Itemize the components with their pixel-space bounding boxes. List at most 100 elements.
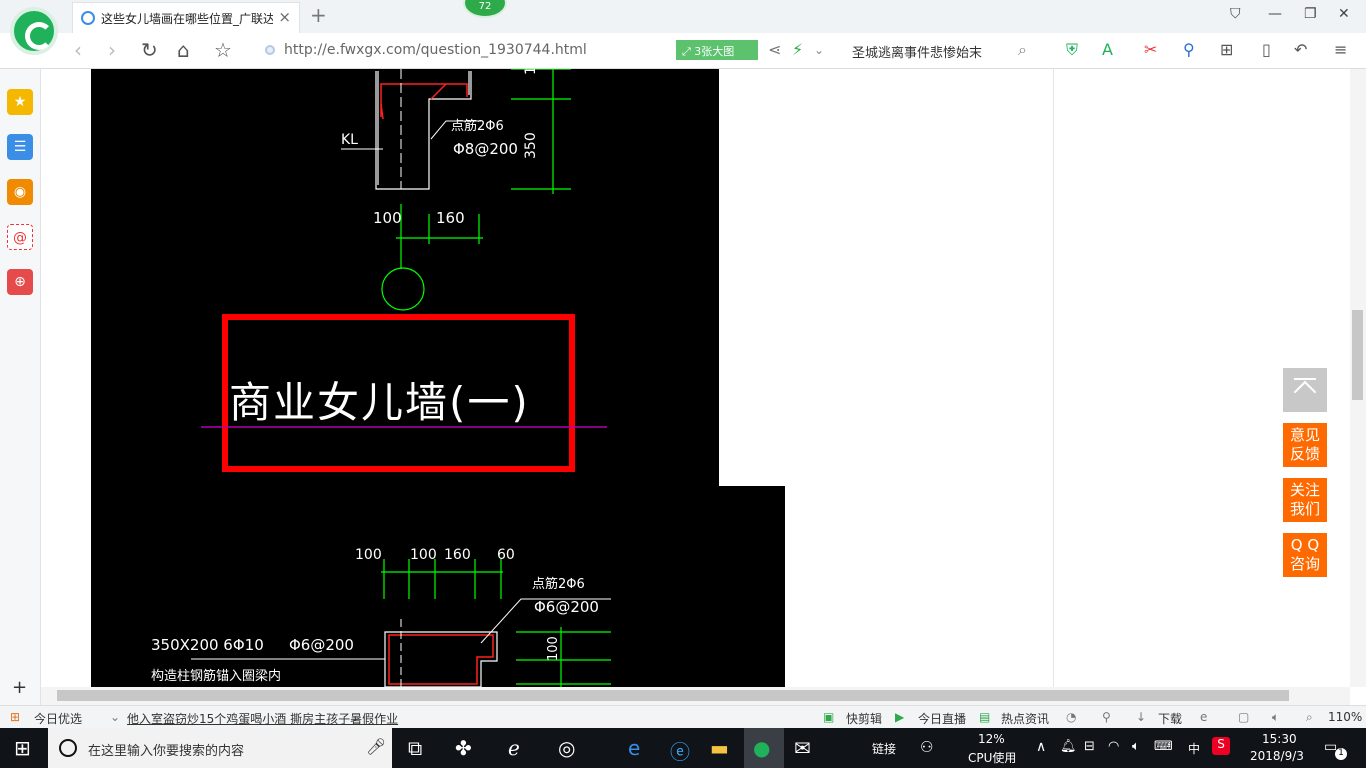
forward-icon[interactable]: › xyxy=(108,38,116,62)
lightning-icon[interactable]: ⚡ xyxy=(792,40,803,59)
reading-list-icon[interactable]: ☰ xyxy=(7,134,33,160)
back-icon[interactable]: ‹ xyxy=(74,38,82,62)
maximize-icon[interactable]: ❐ xyxy=(1304,6,1317,22)
home-icon[interactable]: ⌂ xyxy=(177,38,190,62)
live-icon: ▶ xyxy=(895,710,905,724)
tab-close-icon[interactable]: × xyxy=(278,8,291,26)
label-dim-100: 100 xyxy=(373,209,402,227)
sogou-icon[interactable]: S xyxy=(1212,737,1230,755)
weibo-icon[interactable]: ◉ xyxy=(7,179,33,205)
column-outline xyxy=(384,631,498,687)
pin-icon[interactable]: ⚲ xyxy=(1102,710,1111,724)
clock-time[interactable]: 15:30 xyxy=(1262,732,1297,746)
label-dim-350-right: 350 xyxy=(523,132,539,159)
label-kl: KL xyxy=(341,132,358,148)
chevron-down-icon[interactable]: ⌄ xyxy=(814,43,824,57)
label-d1: 100 xyxy=(355,547,382,563)
quickclip-link[interactable]: 快剪辑 xyxy=(846,710,882,727)
chevron-up-icon[interactable]: ∧ xyxy=(1036,739,1046,755)
live-link[interactable]: 今日直播 xyxy=(918,710,966,727)
clock-date[interactable]: 2018/9/3 xyxy=(1250,749,1304,763)
email-icon[interactable]: @ xyxy=(7,224,33,250)
hotinfo-link[interactable]: 热点资讯 xyxy=(1001,710,1049,727)
refresh-icon[interactable]: ↻ xyxy=(141,38,158,62)
windows-start-icon[interactable]: ⊞ xyxy=(14,736,31,760)
magnifier-icon[interactable]: ⚲ xyxy=(1183,40,1195,59)
page-favicon-icon xyxy=(81,11,95,25)
active-browser-task[interactable]: ● xyxy=(744,728,784,768)
horizontal-scroll-thumb[interactable] xyxy=(57,690,1289,701)
back-to-top-button[interactable] xyxy=(1283,368,1327,412)
ime-indicator[interactable]: 中 xyxy=(1188,740,1200,757)
ie-icon[interactable]: ⓔ xyxy=(670,736,690,765)
zoom-icon: ⌕ xyxy=(1306,710,1313,724)
apps-icon[interactable]: ⊞ xyxy=(1220,40,1233,59)
pinwheel-app-icon[interactable]: ✤ xyxy=(455,736,472,760)
volume-icon[interactable]: 🔈︎ xyxy=(1272,710,1279,725)
vertical-scroll-thumb[interactable] xyxy=(1352,310,1363,400)
download-link[interactable]: 下载 xyxy=(1158,710,1182,727)
browser-logo-icon[interactable] xyxy=(10,7,58,55)
follow-line1: 关注 xyxy=(1289,481,1320,499)
share-icon[interactable]: ⋖ xyxy=(768,40,781,59)
taskbar-search[interactable]: 在这里输入你要搜索的内容 🎤︎ xyxy=(48,728,392,768)
tablet-icon[interactable]: ▯ xyxy=(1262,40,1271,59)
close-window-icon[interactable]: ✕ xyxy=(1338,6,1350,22)
browser-e-icon[interactable]: ℯ xyxy=(508,736,520,760)
scissors-icon[interactable]: ✂ xyxy=(1144,40,1157,59)
top-rebar xyxy=(380,83,468,117)
notification-count: 1 xyxy=(1335,748,1347,760)
status-bar: ⊞ 今日优选 ⌄ 他入室盗窃炒15个鸡蛋喝小酒 撕房主孩子暑假作业 ▣ 快剪辑 … xyxy=(0,705,1366,728)
undo-icon[interactable]: ↶ xyxy=(1294,40,1307,59)
shirt-skin-icon[interactable]: ⛉ xyxy=(1230,6,1241,22)
new-tab-icon[interactable]: + xyxy=(310,3,327,27)
link-label[interactable]: 链接 xyxy=(872,740,896,757)
tab-active[interactable]: 这些女儿墙画在哪些位置_广联达 × xyxy=(72,2,300,33)
ie-mode-icon[interactable]: e xyxy=(1200,710,1207,724)
feedback-line1: 意见 xyxy=(1289,426,1320,444)
label-rebar-bottom: 点筋2Φ6 xyxy=(532,577,585,592)
page-viewport: KL 点筋2Φ6 Φ8@200 100 350 100 160 商业女儿墙(一)… xyxy=(41,69,1350,687)
today-picks[interactable]: 今日优选 xyxy=(34,710,82,727)
minimize-icon[interactable]: — xyxy=(1268,6,1282,22)
hot-search-text[interactable]: 圣城逃离事件悲惨始末 xyxy=(852,42,982,61)
bookmark-star-icon[interactable]: ☆ xyxy=(214,38,232,62)
translate-icon[interactable]: A xyxy=(1102,40,1113,59)
notification-bell-icon[interactable]: 🔔︎ xyxy=(1060,739,1077,754)
volume-icon[interactable]: 🔈︎ xyxy=(1132,739,1140,754)
search-icon[interactable]: ⌕ xyxy=(1018,40,1027,60)
feedback-button[interactable]: 意见 反馈 xyxy=(1283,423,1327,467)
expand-icon: ⤢ xyxy=(682,45,695,58)
menu-icon[interactable]: ≡ xyxy=(1334,40,1347,59)
window-icon[interactable]: ▢ xyxy=(1238,710,1249,724)
keyboard-icon[interactable]: ⌨ xyxy=(1154,739,1173,754)
label-stirrup-top: Φ8@200 xyxy=(453,140,518,158)
zoom-level[interactable]: 110% xyxy=(1328,710,1362,724)
speed-icon[interactable]: ◔ xyxy=(1066,710,1076,724)
drawing-title: 商业女儿墙(一) xyxy=(229,378,530,427)
score-badge[interactable]: 72 xyxy=(463,0,507,18)
qq-consult-button[interactable]: Q Q 咨询 xyxy=(1283,533,1327,577)
quickclip-icon: ▣ xyxy=(823,710,835,724)
wifi-icon[interactable]: ◠ xyxy=(1108,739,1119,754)
news-ticker[interactable]: 他入室盗窃炒15个鸡蛋喝小酒 撕房主孩子暑假作业 xyxy=(127,710,398,727)
big-image-button[interactable]: ⤢ 3张大图 xyxy=(676,40,758,60)
swirl-app-icon[interactable]: ◎ xyxy=(558,736,575,760)
follow-us-button[interactable]: 关注 我们 xyxy=(1283,478,1327,522)
shield-icon[interactable]: ⛨ xyxy=(1066,40,1078,60)
big-image-label: 3张大图 xyxy=(694,45,735,58)
microphone-icon[interactable]: 🎤︎ xyxy=(366,737,386,756)
file-explorer-icon[interactable]: ▬ xyxy=(710,736,729,760)
address-field[interactable]: http://e.fwxgx.com/question_1930744.html xyxy=(262,40,672,62)
favorites-star-icon[interactable]: ★ xyxy=(7,89,33,115)
people-icon[interactable]: ⚇ xyxy=(920,738,933,756)
game-icon[interactable]: ⊕ xyxy=(7,269,33,295)
task-view-icon[interactable]: ⧉ xyxy=(408,736,422,760)
device-icon[interactable]: ⊟ xyxy=(1084,739,1095,754)
mail-icon[interactable]: ✉ xyxy=(794,736,811,760)
add-sidebar-icon[interactable]: + xyxy=(12,677,27,698)
cortana-icon xyxy=(59,739,77,757)
edge-icon[interactable]: e xyxy=(628,736,640,760)
label-dim-100-right: 100 xyxy=(523,69,539,75)
chevron-down-icon[interactable]: ⌄ xyxy=(110,710,120,724)
